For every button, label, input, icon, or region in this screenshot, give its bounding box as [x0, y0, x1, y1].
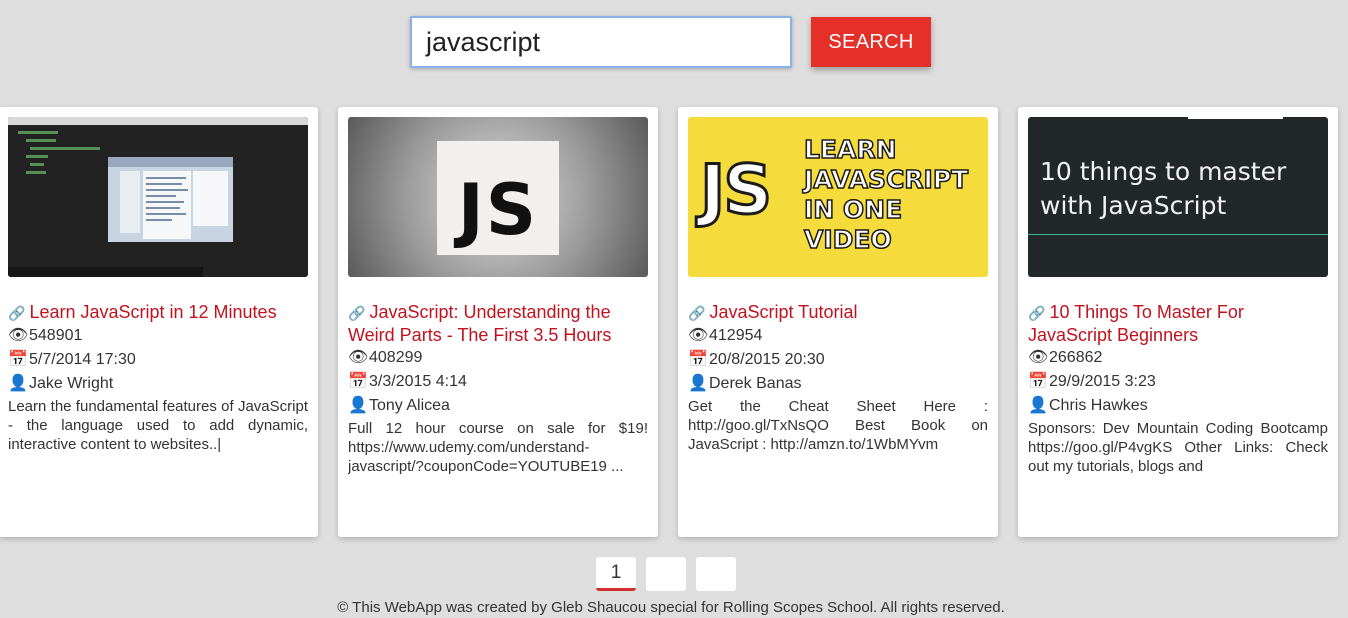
video-title-link[interactable]: 🔗 10 Things To Master For JavaScript Begi…	[1028, 301, 1328, 346]
js-logo-text: JS	[698, 150, 773, 232]
page-button-1[interactable]: 1	[596, 557, 636, 591]
thumb-text-line: with JavaScript	[1040, 191, 1227, 220]
video-description: Learn the fundamental features of JavaSc…	[8, 398, 308, 453]
publish-date: 📅 3/3/2015 4:14	[348, 370, 648, 394]
user-icon: 👤	[8, 375, 28, 392]
link-icon: 🔗	[1028, 305, 1046, 321]
thumb-text-line: JAVASCRIPT	[803, 164, 969, 195]
video-description: Sponsors: Dev Mountain Coding Bootcamp h…	[1028, 420, 1328, 475]
link-icon: 🔗	[688, 305, 706, 321]
author-name: 👤 Derek Banas	[688, 372, 988, 396]
view-count: 👁 266862	[1028, 346, 1328, 370]
thumb-text-line: VIDEO	[803, 224, 892, 255]
video-card: 🔗 Learn JavaScript in 12 Minutes 👁 548901 …	[0, 107, 318, 537]
video-title-link[interactable]: 🔗 JavaScript: Understanding the Weird Par…	[348, 301, 648, 346]
user-icon: 👤	[1028, 397, 1048, 414]
video-card: JS LEARN JAVASCRIPT IN ONE VIDEO 🔗 JavaSc…	[678, 107, 998, 537]
page-button-2[interactable]	[646, 557, 686, 591]
author-name: 👤 Jake Wright	[8, 372, 308, 396]
view-count: 👁 548901	[8, 324, 308, 348]
search-button[interactable]: SEARCH	[811, 17, 931, 67]
user-icon: 👤	[688, 375, 708, 392]
results-list: 🔗 Learn JavaScript in 12 Minutes 👁 548901 …	[0, 107, 1348, 537]
video-thumbnail[interactable]: JS LEARN JAVASCRIPT IN ONE VIDEO	[688, 117, 988, 277]
view-count: 👁 408299	[348, 346, 648, 370]
thumb-text-line: LEARN	[803, 134, 897, 165]
eye-icon: 👁	[1028, 349, 1049, 366]
author-name: 👤 Tony Alicea	[348, 394, 648, 418]
publish-date: 📅 29/9/2015 3:23	[1028, 370, 1328, 394]
calendar-icon: 📅	[1028, 373, 1048, 390]
calendar-icon: 📅	[8, 351, 28, 368]
video-title-link[interactable]: 🔗 JavaScript Tutorial	[688, 301, 988, 324]
js-logo-text: JS	[457, 169, 539, 251]
video-description: Get the Cheat Sheet Here : http://goo.gl…	[688, 398, 988, 453]
eye-icon: 👁	[8, 327, 29, 344]
footer-text: © This WebApp was created by Gleb Shauco…	[337, 599, 1005, 616]
eye-icon: 👁	[348, 349, 369, 366]
author-name: 👤 Chris Hawkes	[1028, 394, 1328, 418]
video-title-link[interactable]: 🔗 Learn JavaScript in 12 Minutes	[8, 301, 308, 324]
search-input[interactable]: javascript	[410, 16, 792, 68]
eye-icon: 👁	[688, 327, 709, 344]
publish-date: 📅 5/7/2014 17:30	[8, 348, 308, 372]
user-icon: 👤	[348, 397, 368, 414]
thumb-text-line: 10 things to master	[1040, 157, 1287, 186]
video-thumbnail[interactable]: 10 things to master with JavaScript	[1028, 117, 1328, 277]
video-thumbnail[interactable]: JS	[348, 117, 648, 277]
video-card: JS 🔗 JavaScript: Understanding the Weird …	[338, 107, 658, 537]
link-icon: 🔗	[8, 305, 26, 321]
link-icon: 🔗	[348, 305, 366, 321]
video-thumbnail[interactable]	[8, 117, 308, 277]
pagination: 1	[596, 557, 736, 591]
calendar-icon: 📅	[688, 351, 708, 368]
view-count: 👁 412954	[688, 324, 988, 348]
video-description: Full 12 hour course on sale for $19! htt…	[348, 420, 648, 475]
video-card: 10 things to master with JavaScript 🔗 10 …	[1018, 107, 1338, 537]
thumb-text-line: IN ONE	[803, 194, 903, 225]
calendar-icon: 📅	[348, 373, 368, 390]
publish-date: 📅 20/8/2015 20:30	[688, 348, 988, 372]
page-button-3[interactable]	[696, 557, 736, 591]
